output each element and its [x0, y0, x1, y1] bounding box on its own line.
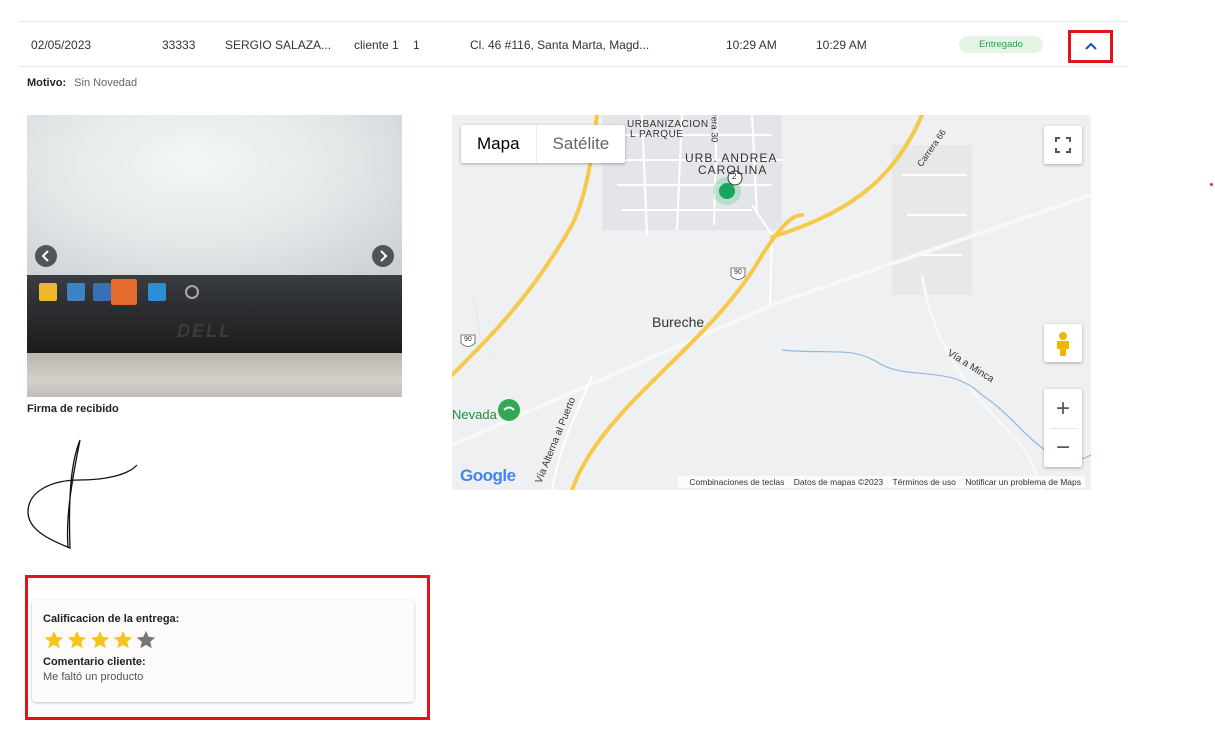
star-filled-icon	[90, 630, 110, 649]
map-label-nevada: Nevada	[452, 407, 497, 422]
signature-label: Firma de recibido	[27, 403, 119, 415]
motivo-label: Motivo:	[27, 77, 67, 89]
map-type-map-button[interactable]: Mapa	[461, 125, 536, 163]
pegman-icon	[1057, 332, 1069, 356]
map-type-toggle: Mapa Satélite	[461, 125, 626, 163]
zoom-in-button[interactable]: +	[1044, 389, 1082, 428]
rating-title: Calificacion de la entrega:	[43, 613, 180, 625]
report-problem-link[interactable]: Notificar un problema de Maps	[965, 477, 1081, 487]
map-label-el-parque: L PARQUE	[630, 129, 684, 140]
row-time-end: 10:29 AM	[816, 38, 867, 52]
map-canvas	[452, 115, 1091, 490]
stray-dot	[1210, 183, 1213, 186]
comment-text: Me faltó un producto	[43, 671, 144, 683]
map-road-shield-90a: 90	[734, 269, 742, 276]
map-data-credit: Datos de mapas ©2023	[793, 477, 884, 487]
motivo-line: Motivo: Sin Novedad	[27, 77, 137, 89]
motivo-value: Sin Novedad	[74, 77, 138, 89]
chevron-left-icon	[41, 250, 49, 262]
row-date: 02/05/2023	[31, 38, 92, 52]
google-logo: Google	[460, 466, 516, 485]
rating-highlight: Calificacion de la entrega: Comentario c…	[25, 575, 430, 720]
row-address: Cl. 46 #116, Santa Marta, Magd...	[470, 38, 650, 52]
carousel-prev-button[interactable]	[35, 245, 57, 267]
comment-label: Comentario cliente:	[43, 656, 146, 668]
fullscreen-icon	[1055, 137, 1071, 153]
collapse-row-button[interactable]	[1068, 30, 1113, 63]
star-empty-icon	[136, 630, 156, 649]
row-code: 33333	[162, 38, 196, 52]
star-filled-icon	[113, 630, 133, 649]
delivery-row: 02/05/2023 33333 SERGIO SALAZA... client…	[18, 21, 1128, 67]
street-view-pegman-button[interactable]	[1044, 324, 1082, 362]
keyboard-shortcuts-link[interactable]: Combinaciones de teclas	[689, 477, 784, 487]
map-road-shield-90b: 90	[464, 336, 472, 343]
map-label-bureche: Bureche	[652, 314, 705, 330]
row-quantity: 1	[413, 38, 420, 52]
carousel-next-button[interactable]	[372, 245, 394, 267]
zoom-controls: + −	[1044, 389, 1082, 467]
chevron-right-icon	[380, 250, 388, 262]
fullscreen-button[interactable]	[1044, 126, 1082, 164]
status-badge: Entregado	[959, 36, 1043, 53]
delivery-photo-carousel: DELL	[27, 115, 402, 397]
zoom-out-button[interactable]: −	[1044, 428, 1082, 467]
row-time-start: 10:29 AM	[726, 38, 777, 52]
rating-stars	[43, 629, 158, 651]
terms-link[interactable]: Términos de uso	[893, 477, 956, 487]
rating-card: Calificacion de la entrega: Comentario c…	[32, 600, 414, 702]
chevron-up-icon	[1085, 42, 1097, 50]
signature-image	[27, 439, 138, 549]
map-type-satellite-button[interactable]: Satélite	[535, 125, 626, 163]
star-filled-icon	[67, 630, 87, 649]
map-marker-count: 2	[732, 172, 737, 181]
laptop-logo: DELL	[177, 321, 232, 341]
star-filled-icon	[44, 630, 64, 649]
delivery-map[interactable]: URBANIZACION L PARQUE URB. ANDREA CAROLI…	[452, 115, 1091, 490]
row-name: SERGIO SALAZA...	[225, 38, 332, 52]
map-attribution: Combinaciones de teclas Datos de mapas ©…	[678, 476, 1085, 488]
map-label-carrera-30: rera 30	[709, 115, 720, 143]
row-client: cliente 1	[354, 38, 399, 52]
photo-taskbar	[27, 275, 402, 311]
